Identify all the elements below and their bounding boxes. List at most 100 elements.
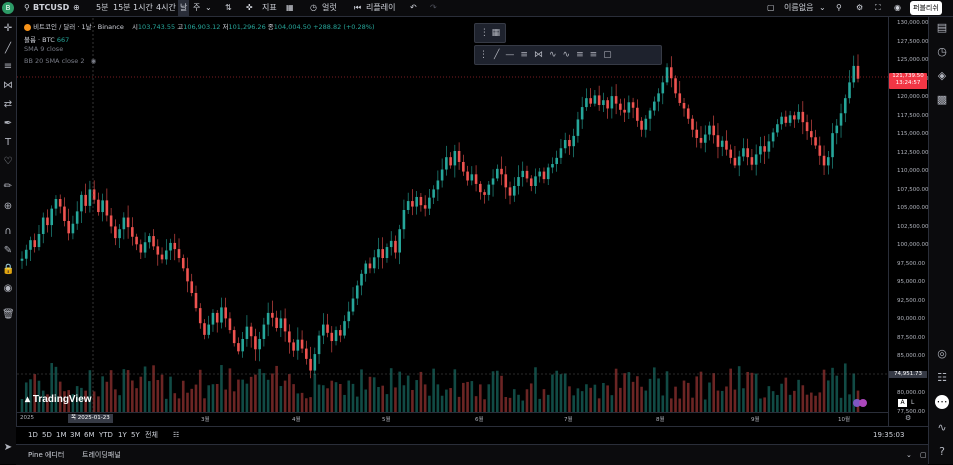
volume-bar: [432, 368, 435, 412]
candle-body: [88, 189, 92, 206]
candle-body: [355, 285, 359, 299]
volume-bar: [347, 380, 351, 412]
volume-bar: [445, 389, 448, 412]
volume-bar: [181, 380, 185, 412]
maximize-icon[interactable]: ▢: [920, 445, 927, 465]
volume-bar: [474, 396, 478, 412]
toolbar-handle-top[interactable]: ⋮ ▦: [474, 23, 506, 43]
log-scale-l[interactable]: L: [911, 399, 914, 406]
candle-body: [173, 242, 177, 250]
event-badge-2[interactable]: [859, 399, 867, 407]
rect-icon[interactable]: ▢: [603, 50, 618, 60]
crosshair-price-tag: 74,951.73: [889, 371, 927, 378]
volume-bar: [568, 386, 571, 412]
candle-body: [623, 109, 626, 113]
volume-bar: [678, 398, 682, 412]
settings-axis-icon[interactable]: ⚙: [905, 414, 911, 422]
clock[interactable]: 19:35:03 UTC+9: [873, 427, 928, 456]
candle-body: [169, 242, 172, 251]
candle-body: [657, 93, 660, 102]
volume-bar: [139, 376, 143, 412]
zigzag-icon[interactable]: ∿: [563, 50, 577, 60]
event-badges[interactable]: [853, 399, 867, 409]
candle-body: [135, 236, 138, 245]
price-tick: 87,500.00: [897, 334, 925, 341]
candle-body: [631, 102, 635, 108]
range-5y[interactable]: 5Y: [131, 427, 140, 444]
range-1d[interactable]: 1D: [28, 427, 38, 444]
volume-bar: [669, 398, 673, 412]
volume-bar: [351, 383, 355, 412]
candle-body: [288, 331, 291, 343]
range-3m[interactable]: 3M: [70, 427, 81, 444]
time-axis[interactable]: 2025 3월 4월 5월 6월 7월 8월 9월 10월: [16, 412, 888, 427]
fib-retrace-icon[interactable]: ≡: [590, 50, 604, 60]
price-tick: 120,000.00: [897, 94, 929, 100]
range-all[interactable]: 전체: [145, 427, 158, 444]
candle-body: [101, 200, 104, 213]
goto-date-icon[interactable]: ☷: [173, 427, 179, 444]
volume-bar: [487, 384, 491, 412]
candle-body: [80, 194, 83, 212]
pitchfork-icon[interactable]: ⋈: [534, 50, 549, 60]
symbol-legend[interactable]: 비트코인 / 달러 · 1날 · Binance 시103,743.55 고10…: [24, 21, 375, 31]
candle-body: [245, 326, 249, 339]
range-1m[interactable]: 1M: [56, 427, 67, 444]
floating-drawing-toolbar[interactable]: ⋮ ▦ ⋮╱—≡⋈∿∿≡≡▢: [474, 23, 662, 65]
volume-bar: [826, 380, 830, 412]
candle-body: [614, 96, 618, 104]
range-bar: 1D 5D 1M 3M 6M YTD 1Y 5Y 전체 ☷ 19:35:03 U…: [16, 426, 928, 456]
eye-icon[interactable]: ◉: [91, 57, 97, 65]
candle-body: [215, 312, 219, 323]
candle-body: [398, 229, 401, 253]
auto-scale-a[interactable]: A: [898, 399, 907, 407]
candle-body: [266, 312, 270, 325]
candle-body: [114, 226, 117, 239]
drag-icon[interactable]: ⋮: [479, 50, 494, 60]
volume-bar: [470, 381, 474, 412]
sma-legend[interactable]: SMA 9 close: [24, 45, 63, 53]
volume-bar: [848, 394, 851, 412]
price-chart[interactable]: [0, 0, 953, 464]
hline-icon[interactable]: —: [505, 50, 520, 60]
candle-body: [805, 122, 809, 132]
tab-pine-editor[interactable]: Pine 에디터: [28, 445, 64, 465]
volume-bar: [101, 376, 104, 412]
volume-bar: [546, 394, 550, 412]
volume-bar: [708, 382, 711, 412]
candle-body: [241, 338, 244, 352]
candle-body: [394, 240, 397, 253]
last-price-tag: 121,739.50 13:24:57: [889, 73, 927, 89]
channel-icon[interactable]: ≡: [520, 50, 534, 60]
range-1y[interactable]: 1Y: [118, 427, 127, 444]
fib-channel-icon[interactable]: ≡: [576, 50, 590, 60]
volume-bar: [733, 389, 737, 412]
range-6m[interactable]: 6M: [84, 427, 95, 444]
range-5d[interactable]: 5D: [42, 427, 52, 444]
tab-trading-panel[interactable]: 트레이딩패널: [82, 445, 121, 465]
candle-body: [508, 187, 512, 196]
volume-bar: [54, 366, 58, 412]
candle-body: [262, 324, 266, 339]
candle-body: [733, 157, 737, 166]
range-ytd[interactable]: YTD: [99, 427, 113, 444]
candle-body: [58, 199, 62, 207]
candle-body: [682, 102, 686, 109]
candle-body: [534, 176, 537, 186]
volume-bar: [262, 373, 266, 412]
volume-bar: [169, 376, 172, 412]
volume-bar: [517, 394, 520, 412]
chevron-down-icon[interactable]: ⌄: [906, 445, 912, 465]
line-icon[interactable]: ╱: [494, 50, 505, 60]
tradingview-watermark[interactable]: ▴ TradingView: [25, 394, 92, 405]
candle-body: [661, 82, 665, 94]
price-tick: 100,000.00: [897, 242, 929, 248]
wave-icon[interactable]: ∿: [549, 50, 563, 60]
volume-bar: [686, 382, 690, 412]
candle-body: [97, 199, 100, 213]
bb-legend[interactable]: BB 20 SMA close 2 ◉: [24, 57, 96, 65]
candle-body: [105, 200, 109, 216]
candle-body: [313, 354, 317, 371]
volume-legend[interactable]: 볼륨 · BTC 667: [24, 34, 69, 44]
toolbar-tools[interactable]: ⋮╱—≡⋈∿∿≡≡▢: [474, 45, 662, 65]
